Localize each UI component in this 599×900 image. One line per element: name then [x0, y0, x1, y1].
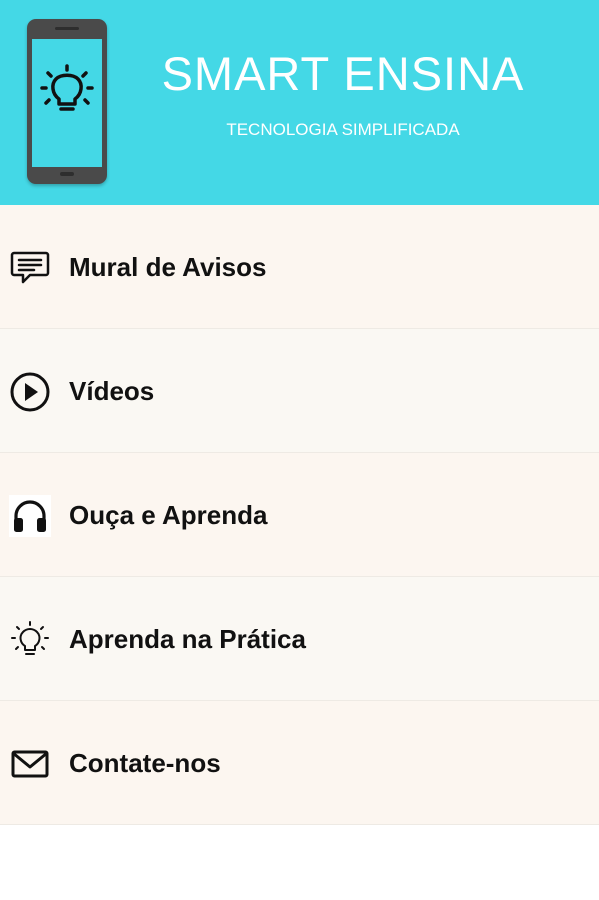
phone-speaker: [55, 27, 79, 30]
phone-screen: [32, 39, 102, 167]
play-circle-icon: [9, 371, 51, 413]
headphones-icon: [9, 495, 51, 537]
main-menu: Mural de Avisos Vídeos Ouça e Aprenda Ap…: [0, 205, 599, 825]
app-subtitle: TECNOLOGIA SIMPLIFICADA: [226, 120, 460, 139]
lightbulb-icon: [40, 64, 94, 111]
menu-item-label: Contate-nos: [69, 748, 221, 778]
lightbulb-icon: [9, 619, 51, 661]
phone-home-button: [60, 172, 74, 176]
menu-item-aprenda-na-pratica[interactable]: Aprenda na Prática: [0, 577, 599, 701]
menu-item-contate-nos[interactable]: Contate-nos: [0, 701, 599, 825]
menu-item-ouca-e-aprenda[interactable]: Ouça e Aprenda: [0, 453, 599, 577]
menu-item-label: Ouça e Aprenda: [69, 500, 268, 530]
menu-item-videos[interactable]: Vídeos: [0, 329, 599, 453]
menu-item-label: Mural de Avisos: [69, 252, 267, 282]
message-icon: [9, 247, 51, 289]
phone-logo-icon: [27, 19, 107, 184]
menu-item-mural-de-avisos[interactable]: Mural de Avisos: [0, 205, 599, 329]
app-title: SMART ENSINA: [161, 47, 525, 100]
menu-item-label: Aprenda na Prática: [69, 624, 306, 654]
menu-item-label: Vídeos: [69, 376, 155, 406]
app-header: SMART ENSINA TECNOLOGIA SIMPLIFICADA: [0, 0, 599, 205]
mail-icon: [9, 743, 51, 785]
